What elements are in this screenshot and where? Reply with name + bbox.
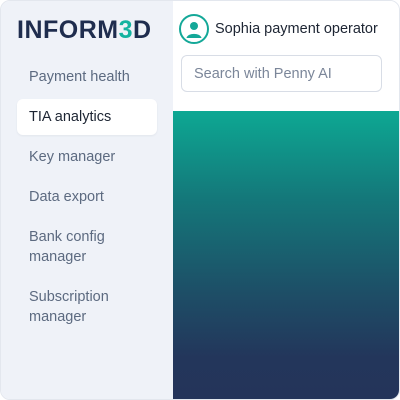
user-menu[interactable]: Sophia payment operator: [179, 13, 378, 45]
sidebar-nav: Payment health TIA analytics Key manager…: [17, 59, 157, 339]
user-name: Sophia payment operator: [215, 21, 378, 37]
sidebar-item-bank-config-manager[interactable]: Bank config manager: [17, 219, 157, 275]
sidebar-item-subscription-manager[interactable]: Subscription manager: [17, 279, 157, 335]
sidebar: INFORM 3 D Payment health TIA analytics Ke…: [1, 1, 173, 399]
sidebar-item-data-export[interactable]: Data export: [17, 179, 157, 215]
sidebar-item-payment-health[interactable]: Payment health: [17, 59, 157, 95]
app-window: INFORM 3 D Payment health TIA analytics Ke…: [0, 0, 400, 400]
gradient-banner: [173, 111, 399, 399]
sidebar-item-key-manager[interactable]: Key manager: [17, 139, 157, 175]
user-icon: [179, 14, 209, 44]
informed-logo[interactable]: INFORM 3 D: [17, 15, 152, 45]
main-panel: Sophia payment operator: [173, 1, 399, 399]
search-input[interactable]: [181, 55, 382, 92]
logo-text-accent: 3: [118, 15, 134, 44]
logo-text-suffix: D: [133, 15, 152, 44]
logo-text-prefix: INFORM: [17, 15, 119, 44]
sidebar-item-tia-analytics[interactable]: TIA analytics: [17, 99, 157, 135]
